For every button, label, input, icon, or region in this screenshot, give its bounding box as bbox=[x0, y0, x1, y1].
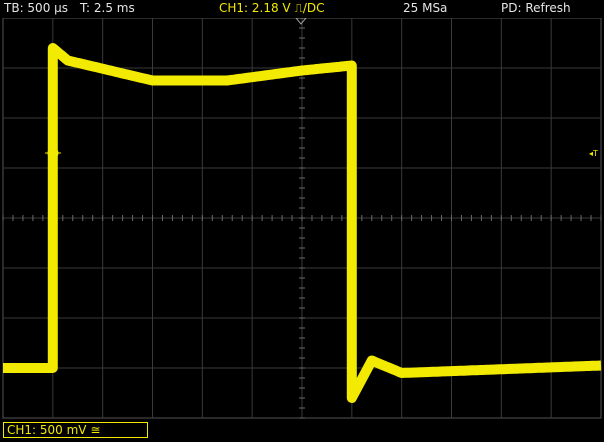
waveform-display[interactable]: ◂T bbox=[0, 18, 604, 420]
display-markers: ◂T bbox=[45, 18, 598, 161]
trigger-position-marker-icon[interactable] bbox=[295, 18, 307, 25]
channel-bar: CH1: 500 mV ≅ bbox=[0, 420, 604, 442]
trigger-level-marker[interactable]: ◂T bbox=[589, 149, 598, 158]
ch1-scale-label[interactable]: CH1: 500 mV ≅ bbox=[3, 422, 148, 438]
trigger-crosshair-icon[interactable] bbox=[45, 145, 61, 161]
graticule-grid bbox=[2, 18, 602, 419]
status-bar: TB: 500 µs T: 2.5 ms CH1: 2.18 V ⎍/DC 25… bbox=[0, 0, 604, 18]
timebase-readout[interactable]: TB: 500 µs bbox=[4, 1, 68, 15]
acquisition-mode-readout[interactable]: PD: Refresh bbox=[501, 1, 571, 15]
sample-rate-readout: 25 MSa bbox=[403, 1, 448, 15]
channel-1-readout[interactable]: CH1: 2.18 V ⎍/DC bbox=[219, 1, 325, 15]
trigger-time-readout[interactable]: T: 2.5 ms bbox=[80, 1, 135, 15]
